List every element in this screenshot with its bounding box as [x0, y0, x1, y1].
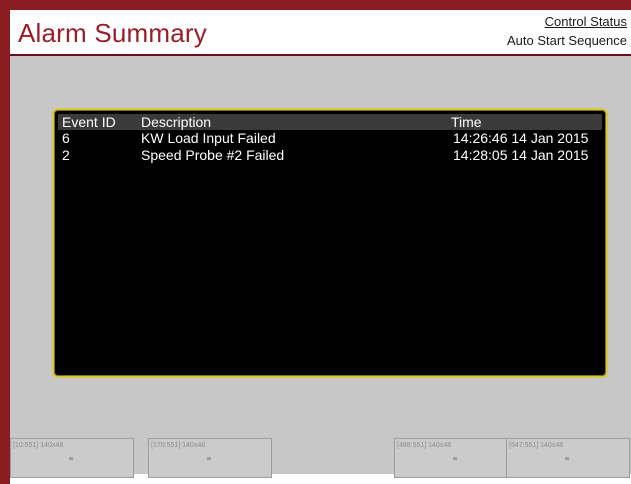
softkey-label: [488:551] 140x48: [397, 442, 452, 449]
top-border: [0, 0, 631, 10]
softkey-label: [170:551] 140x48: [151, 442, 206, 449]
page-title: Alarm Summary: [18, 18, 207, 48]
softkey-1[interactable]: [10:551] 140x48: [10, 438, 134, 478]
alarm-list-panel: Event ID Description Time 6 KW Load Inpu…: [52, 108, 608, 378]
table-row[interactable]: 6 KW Load Input Failed 14:26:46 14 Jan 2…: [58, 130, 602, 147]
softkey-indicator-icon: [69, 457, 73, 460]
column-header-time[interactable]: Time: [451, 114, 482, 130]
softkey-3[interactable]: [488:551] 140x48: [394, 438, 518, 478]
softkey-indicator-icon: [453, 457, 457, 460]
hmi-screen: Alarm Summary Control Status Auto Start …: [0, 0, 631, 484]
softkey-indicator-icon: [565, 457, 569, 460]
column-header-description[interactable]: Description: [141, 114, 211, 130]
softkey-indicator-icon: [207, 457, 211, 460]
event-id-cell: 6: [62, 130, 70, 146]
column-header-event-id[interactable]: Event ID: [62, 114, 116, 130]
time-cell: 14:28:05 14 Jan 2015: [453, 147, 589, 163]
description-cell: Speed Probe #2 Failed: [141, 147, 285, 163]
softkey-label: [10:551] 140x48: [13, 442, 64, 449]
alarm-table-header: Event ID Description Time: [58, 114, 602, 130]
control-status-link[interactable]: Control Status: [545, 14, 627, 29]
table-row[interactable]: 2 Speed Probe #2 Failed 14:28:05 14 Jan …: [58, 147, 602, 164]
work-area: Event ID Description Time 6 KW Load Inpu…: [10, 56, 631, 474]
header: Alarm Summary Control Status Auto Start …: [10, 10, 631, 56]
softkey-4[interactable]: [647:551] 140x48: [506, 438, 630, 478]
sequence-status: Auto Start Sequence: [507, 33, 627, 48]
left-border: [0, 0, 10, 484]
softkey-2[interactable]: [170:551] 140x48: [148, 438, 272, 478]
description-cell: KW Load Input Failed: [141, 130, 276, 146]
event-id-cell: 2: [62, 147, 70, 163]
time-cell: 14:26:46 14 Jan 2015: [453, 130, 589, 146]
softkey-label: [647:551] 140x48: [509, 442, 564, 449]
softkey-bar: [10:551] 140x48 [170:551] 140x48 [488:55…: [10, 438, 631, 478]
